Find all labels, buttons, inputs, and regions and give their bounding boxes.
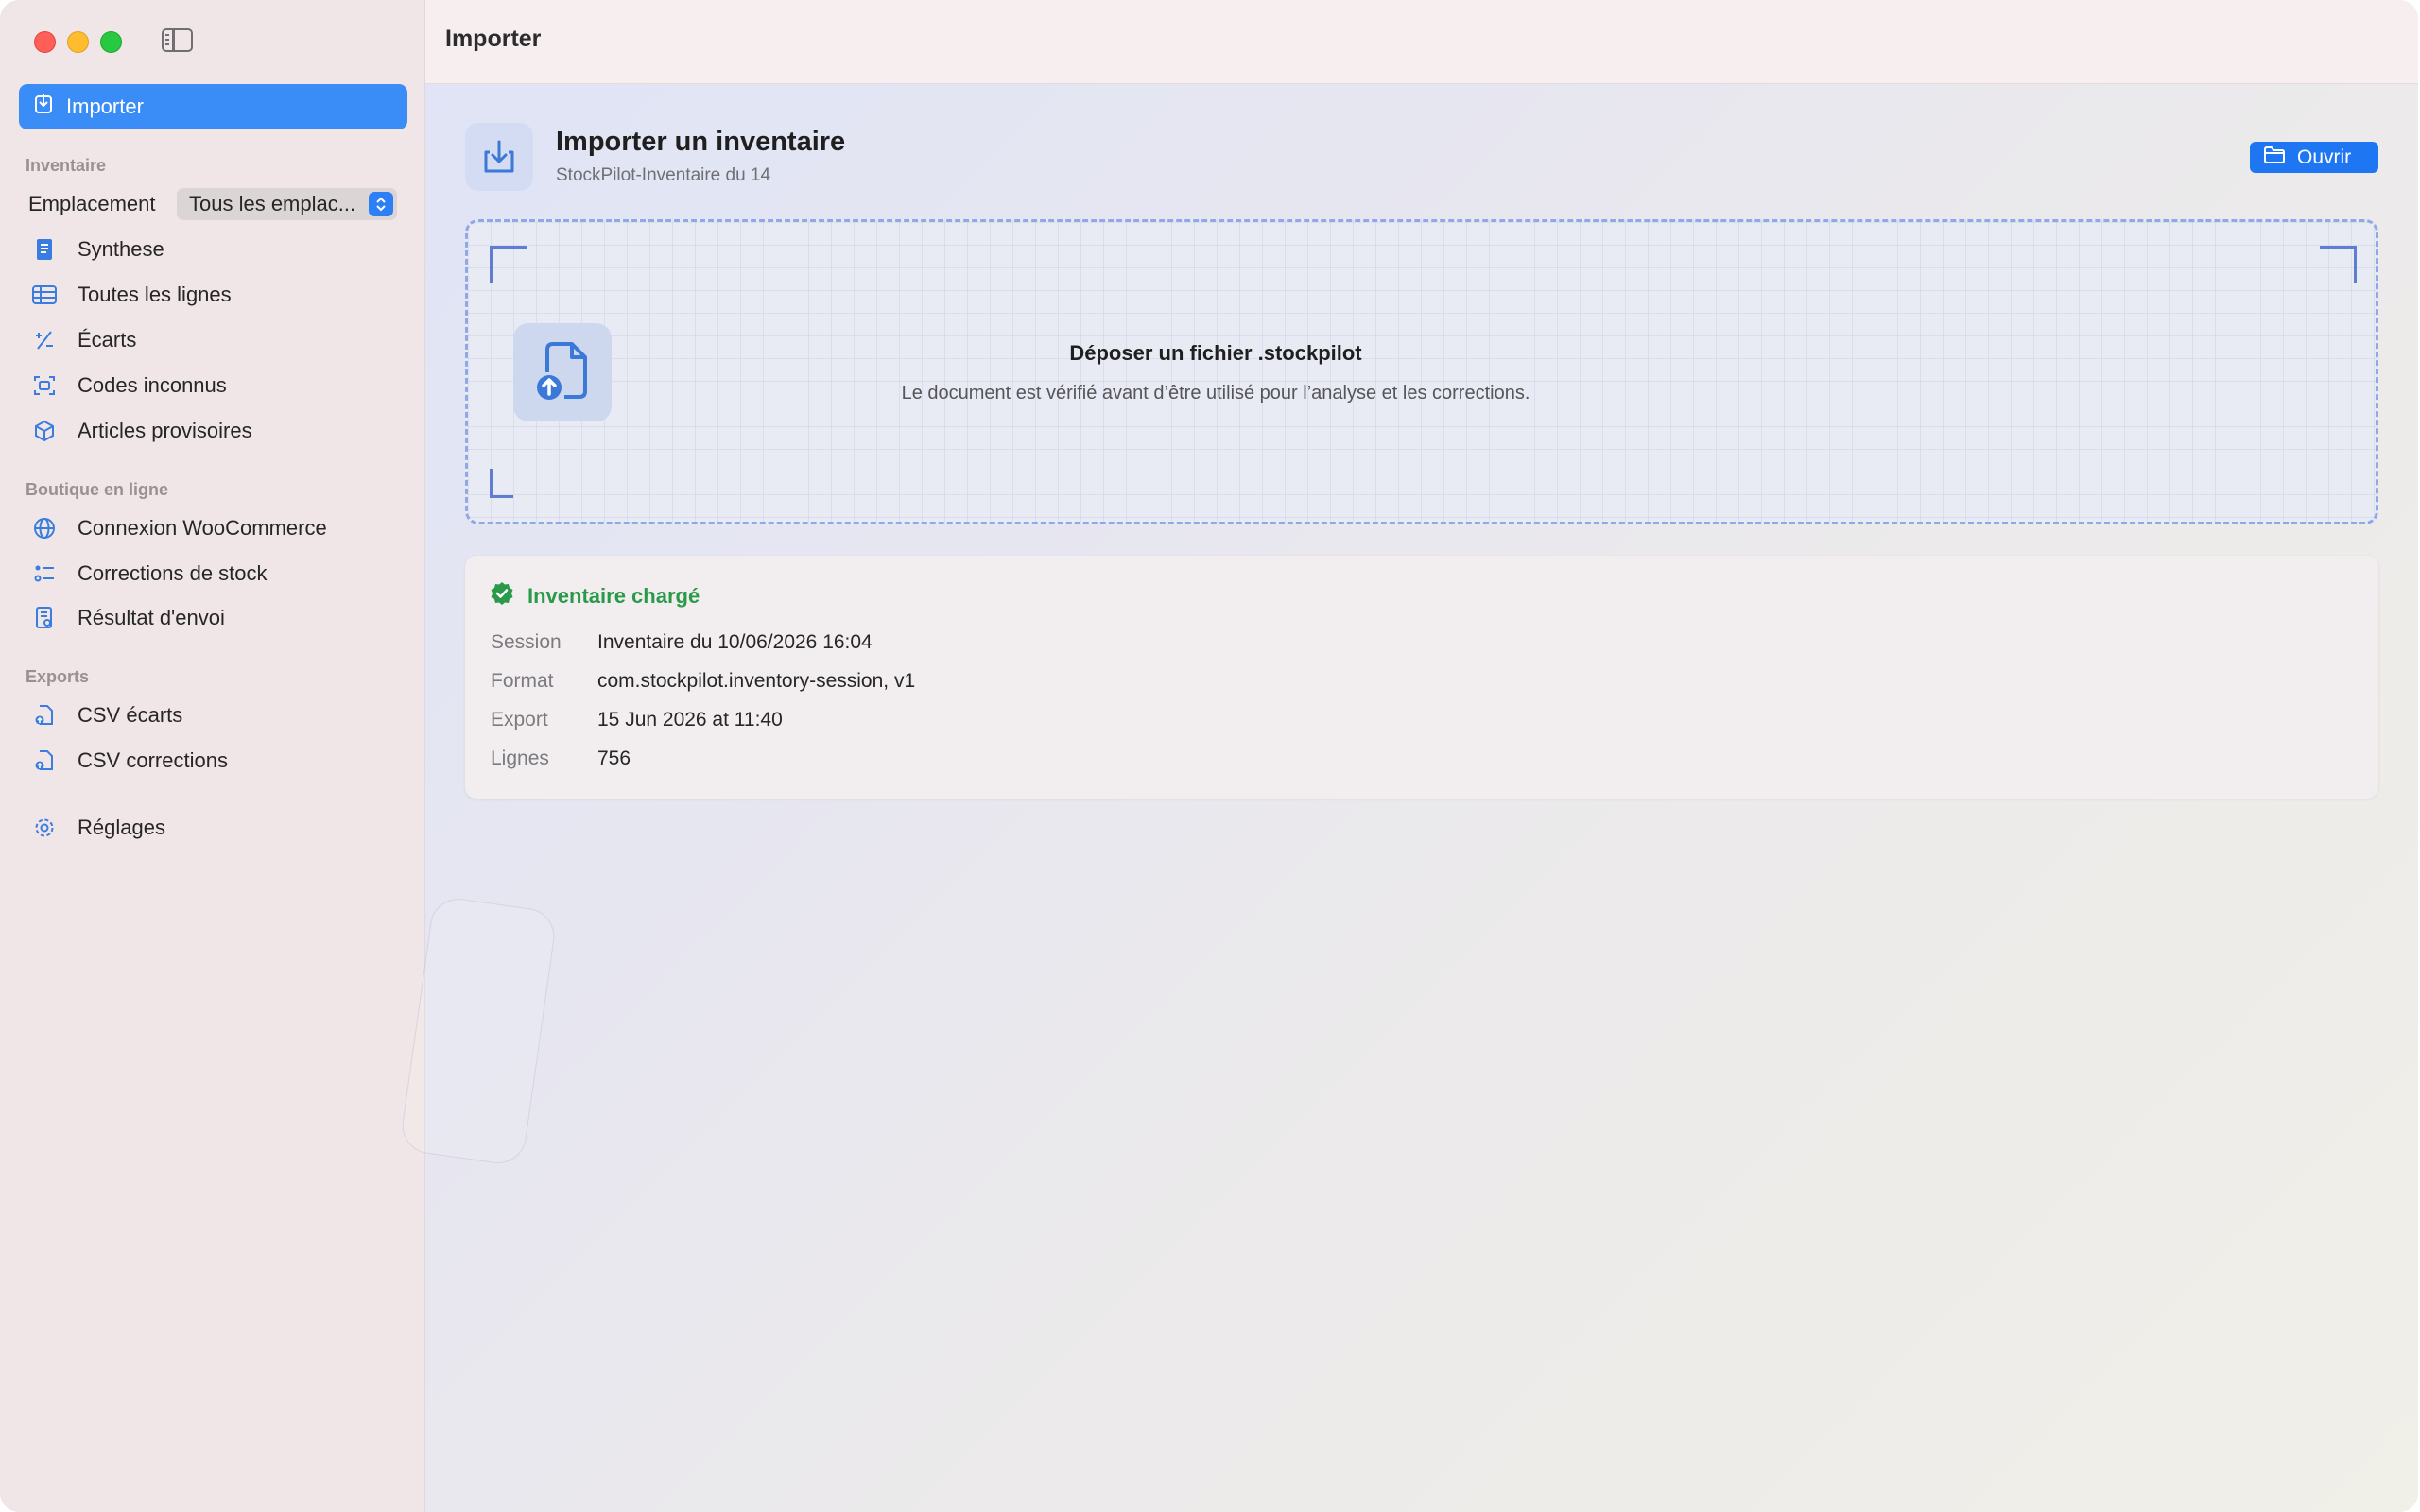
sidebar-item-reglages[interactable]: Réglages — [30, 809, 165, 847]
sidebar-item-label: Importer — [66, 94, 144, 118]
main-content: Importer Importer un inventaire StockPil… — [398, 0, 2418, 1512]
close-window-button[interactable] — [34, 31, 56, 53]
sidebar: Importer Inventaire Emplacement Tous les… — [0, 0, 425, 1512]
app-window: Importer Inventaire Emplacement Tous les… — [0, 0, 2418, 1512]
barcode-scan-icon — [30, 371, 59, 400]
location-label: Emplacement — [28, 192, 156, 215]
file-export-icon — [30, 747, 59, 775]
location-select[interactable]: Tous les emplac... — [177, 188, 397, 220]
location-row: Emplacement — [28, 187, 156, 221]
report-icon — [30, 604, 59, 632]
chevron-up-down-icon — [369, 192, 393, 216]
sidebar-item-resultat-envoi[interactable]: Résultat d'envoi — [30, 599, 225, 637]
gear-icon — [30, 814, 59, 842]
sidebar-item-label: Synthese — [78, 237, 164, 261]
title-bar: Importer — [425, 0, 2418, 84]
sidebar-item-articles-provisoires[interactable]: Articles provisoires — [30, 412, 252, 450]
inventory-status-card: Inventaire chargé Session Inventaire du … — [465, 556, 2378, 799]
folder-icon — [2263, 146, 2286, 170]
field-value-format: com.stockpilot.inventory-session, v1 — [597, 670, 916, 692]
dropzone-description: Le document est vérifié avant d’être uti… — [901, 383, 1530, 404]
location-select-value: Tous les emplac... — [189, 192, 356, 215]
open-button[interactable]: Ouvrir — [2250, 142, 2378, 173]
section-header-exports: Exports — [26, 667, 90, 686]
section-header-inventaire: Inventaire — [26, 156, 107, 175]
sidebar-item-label: Écarts — [78, 328, 137, 352]
sidebar-item-label: Codes inconnus — [78, 373, 227, 397]
list-icon — [30, 559, 59, 588]
corner-mark — [2320, 246, 2357, 283]
field-label-export: Export — [491, 709, 548, 730]
checkmark-seal-icon — [490, 581, 514, 610]
plus-minus-icon — [30, 326, 59, 354]
open-button-label: Ouvrir — [2297, 146, 2352, 168]
file-dropzone[interactable]: Déposer un fichier .stockpilot Le docume… — [465, 219, 2378, 524]
sidebar-item-toutes-les-lignes[interactable]: Toutes les lignes — [30, 276, 232, 314]
zoom-window-button[interactable] — [100, 31, 122, 53]
section-header-boutique: Boutique en ligne — [26, 480, 168, 499]
document-icon — [30, 235, 59, 264]
sidebar-item-label: Réglages — [78, 816, 165, 839]
corner-mark — [490, 469, 513, 498]
corner-mark — [490, 246, 527, 283]
sidebar-item-codes-inconnus[interactable]: Codes inconnus — [30, 367, 227, 404]
table-icon — [30, 281, 59, 309]
field-value-session: Inventaire du 10/06/2026 16:04 — [597, 631, 873, 653]
sidebar-item-label: Connexion WooCommerce — [78, 516, 327, 540]
sidebar-item-label: Articles provisoires — [78, 419, 252, 442]
sidebar-item-ecarts[interactable]: Écarts — [30, 321, 136, 359]
field-value-lignes: 756 — [597, 747, 631, 769]
import-tray-icon — [465, 123, 533, 191]
field-label-format: Format — [491, 670, 554, 692]
sidebar-item-corrections-de-stock[interactable]: Corrections de stock — [30, 555, 268, 593]
sidebar-item-label: Corrections de stock — [78, 561, 268, 585]
sidebar-item-label: CSV corrections — [78, 748, 228, 772]
sidebar-item-label: Résultat d'envoi — [78, 606, 225, 629]
minimize-window-button[interactable] — [67, 31, 89, 53]
sidebar-item-csv-ecarts[interactable]: CSV écarts — [30, 696, 182, 734]
sidebar-item-label: CSV écarts — [78, 703, 183, 727]
sidebar-item-importer[interactable]: Importer — [19, 84, 407, 129]
box-icon — [30, 417, 59, 445]
field-label-lignes: Lignes — [491, 747, 549, 769]
page-title: Importer un inventaire — [556, 127, 846, 157]
dropzone-title: Déposer un fichier .stockpilot — [1069, 341, 1362, 365]
file-upload-icon — [513, 323, 612, 421]
page-subtitle: StockPilot-Inventaire du 14 — [556, 165, 771, 185]
import-icon — [34, 94, 53, 120]
window-title: Importer — [445, 26, 542, 52]
sidebar-item-label: Toutes les lignes — [78, 283, 232, 306]
sidebar-toggle-icon[interactable] — [162, 28, 193, 52]
file-export-icon — [30, 701, 59, 730]
status-text: Inventaire chargé — [527, 583, 700, 608]
field-label-session: Session — [491, 631, 562, 653]
field-value-export: 15 Jun 2026 at 11:40 — [597, 709, 783, 730]
globe-icon — [30, 514, 59, 542]
sidebar-item-csv-corrections[interactable]: CSV corrections — [30, 742, 228, 780]
sidebar-item-synthese[interactable]: Synthese — [30, 231, 164, 268]
status-row: Inventaire chargé — [490, 581, 700, 610]
sidebar-item-connexion-woocommerce[interactable]: Connexion WooCommerce — [30, 509, 327, 547]
